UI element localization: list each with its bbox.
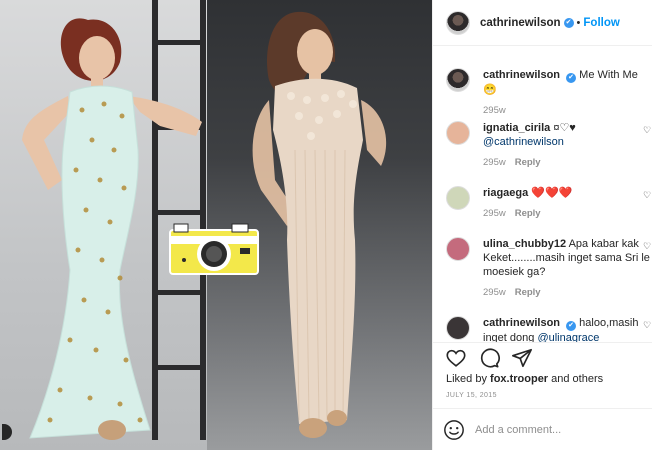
separator-dot: • (576, 16, 581, 29)
commenter-avatar[interactable] (446, 237, 470, 261)
comment-meta: 295w Reply (483, 208, 651, 219)
author-avatar[interactable] (446, 10, 470, 35)
author-avatar[interactable] (446, 68, 470, 92)
heart-icon[interactable] (445, 347, 467, 369)
liked-by-suffix[interactable]: and others (548, 373, 603, 385)
like-comment-icon[interactable]: ♡ (643, 190, 651, 200)
likes-summary: Liked by fox.trooper and others (446, 373, 603, 385)
camera-sticker-icon (169, 223, 259, 275)
verified-badge-icon: ✔ (566, 321, 577, 331)
comment-timestamp[interactable]: 295w (483, 287, 506, 298)
like-comment-icon[interactable]: ♡ (643, 320, 651, 330)
comments-list[interactable]: cathrinewilson ✔ Me With Me😁 295w ignati… (433, 46, 652, 342)
reply-button[interactable]: Reply (515, 208, 541, 219)
comment-username[interactable]: riagaega (483, 187, 528, 199)
author-username[interactable]: cathrinewilson (480, 17, 561, 29)
comment-body: ❤️❤️❤️ (531, 187, 573, 199)
verified-badge-icon: ✔ (566, 73, 577, 83)
comment-username[interactable]: ulina_chubby12 (483, 238, 566, 250)
comment-item: riagaega ❤️❤️❤️ 295w Reply ♡ (446, 186, 651, 219)
post-photo[interactable] (0, 0, 432, 450)
reply-button[interactable]: Reply (515, 157, 541, 168)
caption-username[interactable]: cathrinewilson (483, 69, 560, 81)
action-buttons (445, 347, 533, 369)
like-comment-icon[interactable]: ♡ (643, 125, 651, 135)
comment-item: ignatia_cirila ¤♡♥ @cathrinewilson 295w R… (446, 121, 651, 168)
comment-text: cathrinewilson ✔ haloo,masih inget dong … (483, 316, 651, 342)
comment-text: ignatia_cirila ¤♡♥ @cathrinewilson (483, 121, 651, 149)
comment-meta: 295w Reply (483, 287, 651, 298)
post-sidebar: cathrinewilson ✔ • Follow cathrinewilson… (432, 0, 652, 450)
reply-button[interactable]: Reply (515, 287, 541, 298)
add-comment-bar (433, 408, 652, 450)
like-comment-icon[interactable]: ♡ (643, 241, 651, 251)
post-actions: Liked by fox.trooper and others JULY 15,… (433, 342, 652, 408)
comment-username[interactable]: cathrinewilson (483, 317, 560, 329)
comment-meta: 295w Reply (483, 157, 651, 168)
comment-username[interactable]: ignatia_cirila (483, 122, 550, 134)
emoji-icon[interactable] (443, 419, 465, 441)
commenter-avatar[interactable] (446, 316, 470, 340)
comment-mention[interactable]: @ulinagrace (537, 332, 599, 342)
follow-button[interactable]: Follow (583, 17, 619, 29)
post-header: cathrinewilson ✔ • Follow (433, 0, 652, 46)
caption-timestamp[interactable]: 295w (483, 105, 506, 116)
commenter-avatar[interactable] (446, 121, 470, 145)
comment-text: ulina_chubby12 Apa kabar kak Keket......… (483, 237, 651, 279)
commenter-avatar[interactable] (446, 186, 470, 210)
comment-item: cathrinewilson ✔ haloo,masih inget dong … (446, 316, 651, 342)
post-date[interactable]: JULY 15, 2015 (446, 392, 497, 399)
verified-badge-icon: ✔ (563, 17, 574, 28)
comment-body: ¤♡♥ (553, 122, 576, 134)
comment-timestamp[interactable]: 295w (483, 157, 506, 168)
comment-icon[interactable] (478, 347, 500, 369)
share-icon[interactable] (511, 347, 533, 369)
comment-mention[interactable]: @cathrinewilson (483, 136, 564, 148)
liked-by-user[interactable]: fox.trooper (490, 373, 548, 385)
caption-text: cathrinewilson ✔ Me With Me😁 (483, 68, 651, 97)
comment-timestamp[interactable]: 295w (483, 208, 506, 219)
caption-meta: 295w (483, 105, 651, 116)
add-comment-input[interactable] (475, 423, 645, 436)
caption: cathrinewilson ✔ Me With Me😁 295w (446, 68, 651, 116)
liked-by-prefix: Liked by (446, 373, 491, 385)
comment-item: ulina_chubby12 Apa kabar kak Keket......… (446, 237, 651, 298)
comment-text: riagaega ❤️❤️❤️ (483, 186, 651, 200)
instagram-post-modal: cathrinewilson ✔ • Follow cathrinewilson… (0, 0, 652, 450)
